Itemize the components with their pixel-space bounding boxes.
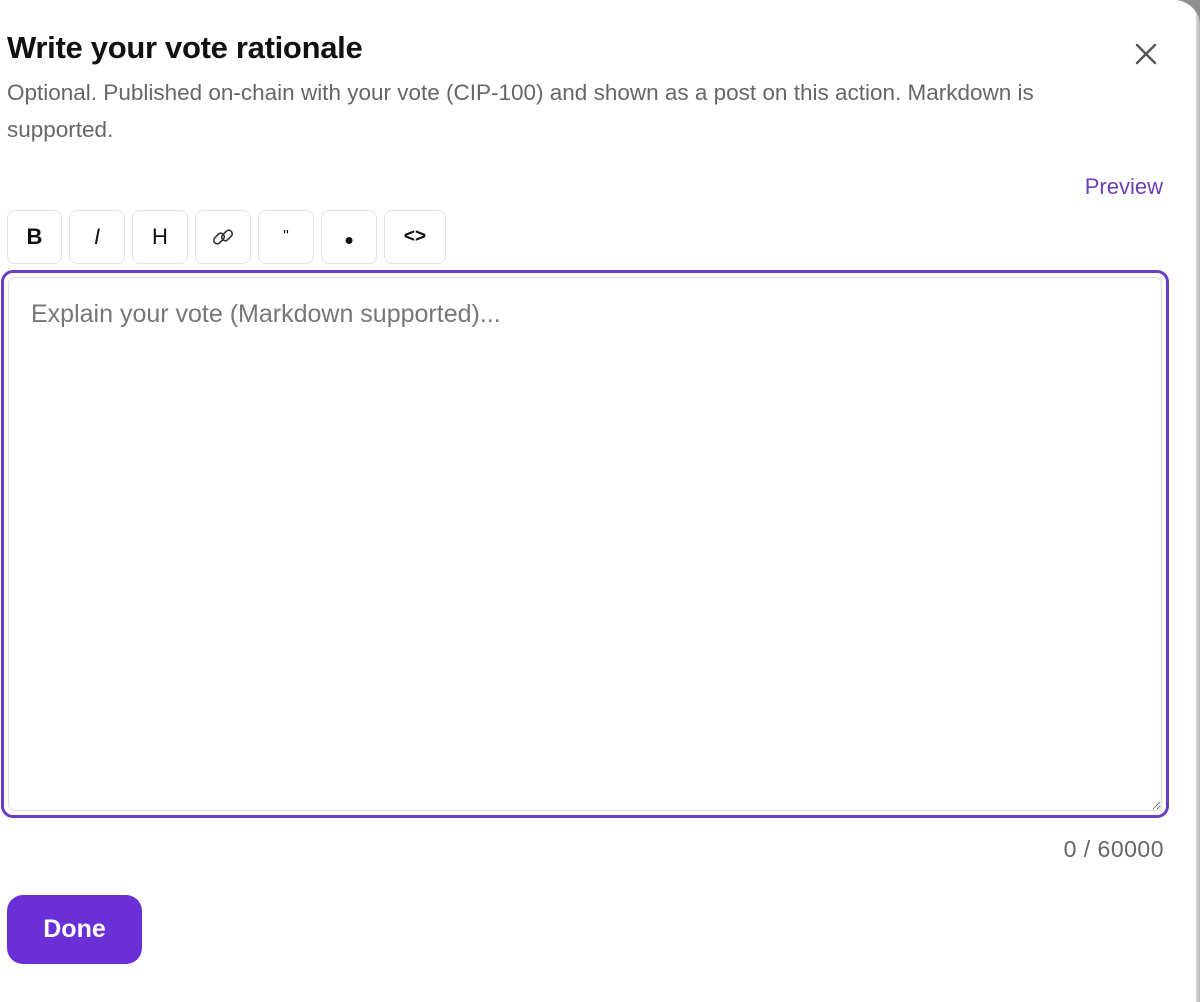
code-button[interactable]: <> (384, 210, 446, 264)
dialog-subtitle: Optional. Published on-chain with your v… (7, 80, 1034, 142)
link-icon (212, 229, 234, 245)
preview-toggle[interactable]: Preview (1085, 174, 1163, 200)
character-counter: 0 / 60000 (1063, 836, 1164, 862)
bold-button[interactable]: B (7, 210, 62, 264)
quote-button[interactable]: " (258, 210, 314, 264)
dialog-edge (1196, 0, 1200, 1002)
heading-button[interactable]: H (132, 210, 188, 264)
done-button[interactable]: Done (7, 895, 142, 964)
bullet-list-button[interactable]: • (321, 210, 377, 264)
editor-focus-ring (1, 270, 1169, 818)
rationale-textarea[interactable] (8, 277, 1162, 811)
link-button[interactable] (195, 210, 251, 264)
italic-button[interactable]: I (69, 210, 125, 264)
close-icon (1135, 43, 1157, 65)
background-content-peek (14, 992, 594, 1002)
vote-rationale-dialog: Write your vote rationale Optional. Publ… (0, 0, 1200, 1002)
dialog-title: Write your vote rationale (7, 30, 363, 65)
close-button[interactable] (1128, 36, 1164, 72)
